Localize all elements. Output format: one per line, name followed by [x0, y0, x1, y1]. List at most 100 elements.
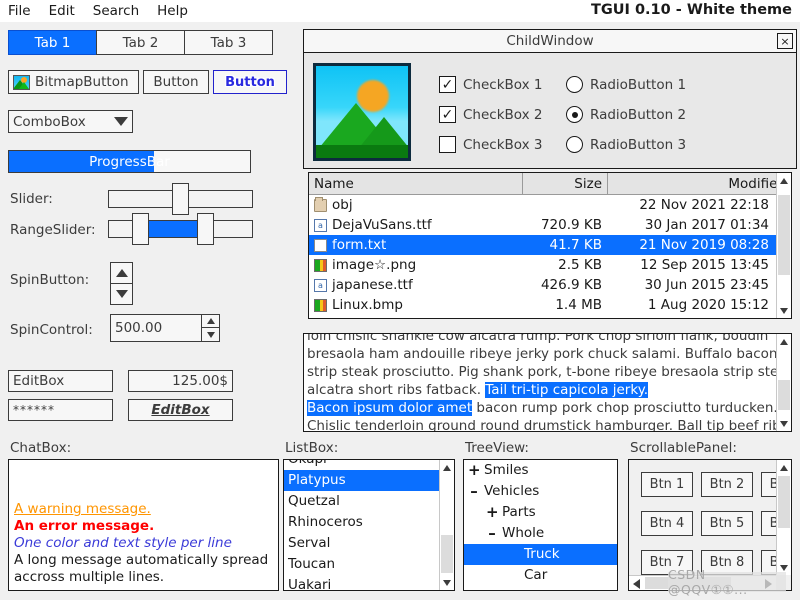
chatbox[interactable]: A warning message. An error message. One… [8, 459, 279, 591]
text-area[interactable]: loin chislic shankle cow alcatra rump. P… [303, 333, 792, 432]
menu-item-edit[interactable]: Edit [49, 3, 75, 19]
child-window-titlebar[interactable]: ChildWindow × [304, 30, 796, 53]
checkmark-icon[interactable]: ✓ [439, 106, 456, 123]
rangeslider-thumb-end[interactable] [197, 213, 214, 245]
spin-control-down[interactable] [202, 328, 219, 341]
scroll-up-icon[interactable] [440, 460, 454, 475]
tree-node-parts[interactable]: + Parts [464, 502, 617, 523]
editbox-currency[interactable]: 125.00$ [128, 370, 233, 392]
radio-empty-icon[interactable] [566, 76, 583, 93]
listbox[interactable]: Okapi Platypus Quetzal Rhinoceros Serval… [283, 459, 455, 591]
menu-item-file[interactable]: File [8, 3, 31, 19]
spin-button-down[interactable] [111, 284, 132, 305]
spin-button-up[interactable] [111, 263, 132, 284]
listbox-scrollbar[interactable] [439, 460, 454, 590]
chat-line: accross multiple lines. [14, 569, 273, 586]
scroll-down-icon[interactable] [777, 416, 791, 431]
panel-button-1[interactable]: Btn 1 [641, 472, 693, 497]
scrollbar-thumb[interactable] [778, 380, 790, 410]
tab-1[interactable]: Tab 1 [8, 30, 97, 55]
tree-node-car[interactable]: Car [464, 565, 617, 586]
spin-control[interactable]: 500.00 [110, 314, 220, 342]
checkmark-icon[interactable]: ✓ [439, 76, 456, 93]
spin-control-value[interactable]: 500.00 [111, 315, 201, 341]
scroll-right-icon[interactable] [761, 576, 776, 591]
radio-selected-icon[interactable] [566, 106, 583, 123]
radiobutton-1[interactable]: RadioButton 1 [566, 76, 686, 93]
tab-2[interactable]: Tab 2 [96, 30, 185, 55]
panel-button-2[interactable]: Btn 2 [701, 472, 753, 497]
table-row[interactable]: a DejaVuSans.ttf 720.9 KB 30 Jan 2017 01… [309, 215, 791, 235]
list-item[interactable]: Rhinoceros [284, 512, 439, 533]
treeview[interactable]: + Smiles – Vehicles + Parts – Whole Truc… [463, 459, 618, 591]
scrollbar-thumb[interactable] [778, 195, 790, 275]
scroll-down-icon[interactable] [777, 560, 791, 575]
menu-item-search[interactable]: Search [93, 3, 139, 19]
scrollbar-thumb[interactable] [778, 476, 790, 528]
scroll-up-icon[interactable] [777, 460, 791, 475]
scroll-left-icon[interactable] [629, 576, 644, 591]
combobox[interactable]: ComboBox [8, 110, 133, 133]
spin-button[interactable] [110, 262, 133, 305]
tree-node-whole[interactable]: – Whole [464, 523, 617, 544]
radiobutton-3[interactable]: RadioButton 3 [566, 136, 686, 153]
spin-control-up[interactable] [202, 315, 219, 328]
scroll-down-icon[interactable] [440, 575, 454, 590]
column-header-modified[interactable]: Modified [608, 173, 791, 194]
expand-plus-icon[interactable]: + [468, 460, 480, 481]
table-row[interactable]: image☆.png 2.5 KB 12 Sep 2015 13:45 [309, 255, 791, 275]
file-list-scrollbar[interactable] [776, 173, 791, 318]
scrollable-panel[interactable]: Btn 1 Btn 2 Btn 3 Btn 4 Btn 5 Btn 6 Btn … [628, 459, 792, 591]
bitmap-button[interactable]: BitmapButton [8, 70, 139, 94]
tree-node-smiles[interactable]: + Smiles [464, 460, 617, 481]
file-list-view[interactable]: Name Size Modified obj 22 Nov 2021 22:18… [308, 172, 792, 319]
tree-node-truck[interactable]: Truck [464, 544, 617, 565]
tab-3[interactable]: Tab 3 [184, 30, 273, 55]
rangeslider-thumb-start[interactable] [132, 213, 149, 245]
editbox-text[interactable]: EditBox [8, 370, 113, 392]
list-item[interactable]: Quetzal [284, 491, 439, 512]
list-item[interactable]: Platypus [284, 470, 439, 491]
table-row[interactable]: form.txt 41.7 KB 21 Nov 2019 08:28 [309, 235, 791, 255]
panel-button-8[interactable]: Btn 8 [701, 550, 753, 575]
checkbox-2[interactable]: ✓ CheckBox 2 [439, 106, 543, 123]
close-icon[interactable]: × [777, 33, 793, 49]
menu-item-help[interactable]: Help [157, 3, 188, 19]
table-row[interactable]: obj 22 Nov 2021 22:18 [309, 195, 791, 215]
text-area-scrollbar[interactable] [776, 334, 791, 431]
panel-button-4[interactable]: Btn 4 [641, 511, 693, 536]
checkbox-empty-icon[interactable] [439, 136, 456, 153]
scrollbar-thumb[interactable] [645, 577, 731, 589]
table-row[interactable]: Linux.bmp 1.4 MB 1 Aug 2020 15:12 [309, 295, 791, 315]
list-item[interactable]: Toucan [284, 554, 439, 575]
checkbox-1[interactable]: ✓ CheckBox 1 [439, 76, 543, 93]
panel-horizontal-scrollbar[interactable] [629, 575, 776, 590]
tree-node-vehicles[interactable]: – Vehicles [464, 481, 617, 502]
file-size: 2.5 KB [523, 257, 608, 273]
column-header-name[interactable]: Name [309, 173, 523, 194]
expand-plus-icon[interactable]: + [486, 502, 498, 523]
slider-thumb[interactable] [172, 183, 189, 215]
editbox-password[interactable]: ****** [8, 399, 113, 421]
collapse-minus-icon[interactable]: – [486, 523, 498, 544]
file-modified: 1 Aug 2020 15:12 [608, 297, 791, 313]
radio-empty-icon[interactable] [566, 136, 583, 153]
collapse-minus-icon[interactable]: – [468, 481, 480, 502]
radiobutton-2[interactable]: RadioButton 2 [566, 106, 686, 123]
plain-button[interactable]: Button [143, 70, 209, 94]
scroll-down-icon[interactable] [777, 303, 791, 318]
list-item[interactable]: Uakari [284, 575, 439, 591]
table-row[interactable]: a japanese.ttf 426.9 KB 30 Jun 2015 23:4… [309, 275, 791, 295]
panel-button-5[interactable]: Btn 5 [701, 511, 753, 536]
scrollbar-thumb[interactable] [441, 535, 453, 573]
checkbox-3[interactable]: CheckBox 3 [439, 136, 543, 153]
sort-ascending-icon[interactable] [777, 173, 791, 188]
column-header-size[interactable]: Size [523, 173, 608, 194]
list-item[interactable]: Okapi [284, 459, 439, 470]
panel-button-7[interactable]: Btn 7 [641, 550, 693, 575]
scroll-up-icon[interactable] [777, 334, 791, 349]
styled-button[interactable]: Button [213, 70, 287, 94]
panel-vertical-scrollbar[interactable] [776, 460, 791, 575]
editbox-styled[interactable]: EditBox [128, 399, 233, 421]
list-item[interactable]: Serval [284, 533, 439, 554]
